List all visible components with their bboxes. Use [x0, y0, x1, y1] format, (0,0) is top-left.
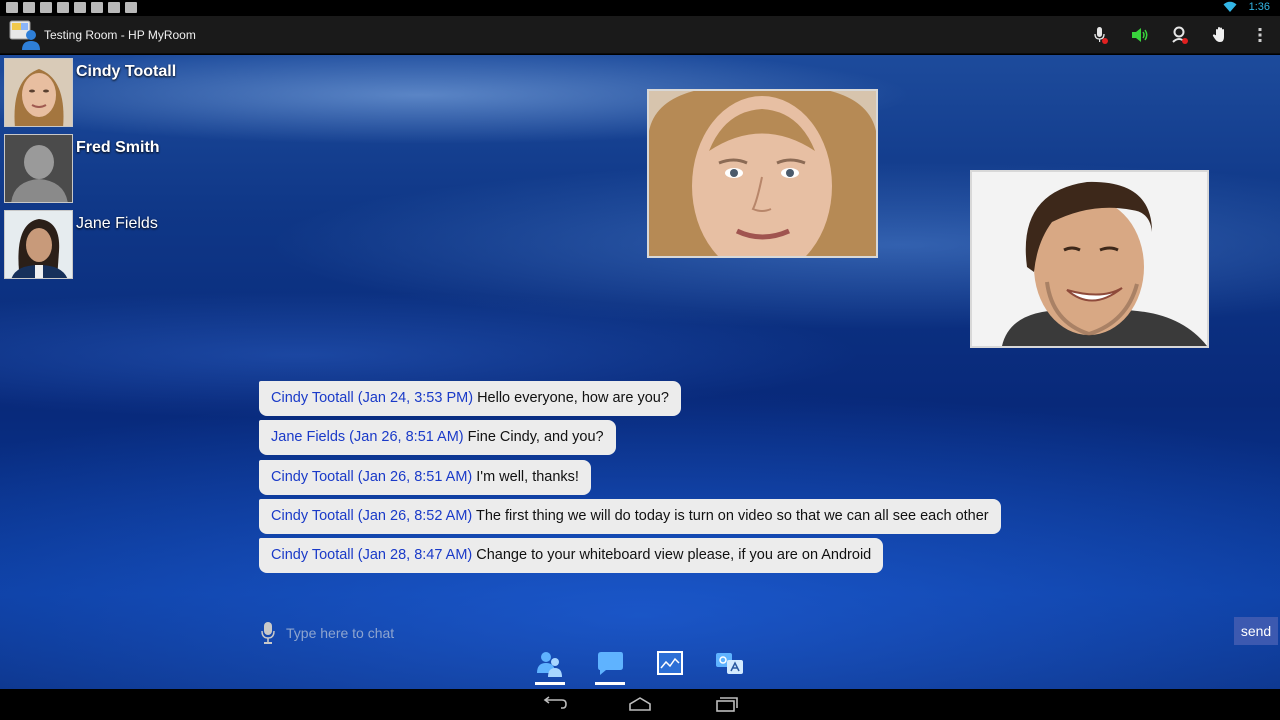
raise-hand-button[interactable] — [1200, 16, 1240, 54]
chat-message: Cindy Tootall (Jan 26, 8:52 AM) The firs… — [259, 499, 1001, 534]
active-tab-indicator — [595, 682, 625, 685]
recent-apps-button[interactable] — [706, 693, 746, 715]
participant-jane[interactable]: Jane Fields — [4, 210, 304, 280]
chat-text: The first thing we will do today is turn… — [476, 508, 989, 524]
status-bar: 1:36 — [0, 0, 1280, 16]
system-nav-bar — [0, 689, 1280, 720]
cindy-video-feed — [649, 91, 876, 256]
chat-sender: Cindy Tootall (Jan 26, 8:51 AM) — [271, 469, 473, 485]
webcam-off-icon — [1172, 26, 1188, 44]
tab-participants[interactable] — [528, 647, 572, 689]
participant-fred[interactable]: Fred Smith — [4, 134, 304, 204]
back-button[interactable] — [534, 693, 574, 715]
chat-message: Cindy Tootall (Jan 28, 8:47 AM) Change t… — [259, 538, 884, 573]
man-video-feed — [972, 172, 1207, 346]
participant-name: Fred Smith — [76, 139, 160, 156]
recent-apps-icon — [716, 697, 738, 712]
image-icon — [6, 2, 18, 13]
speaker-toggle-button[interactable] — [1120, 16, 1160, 54]
participant-cindy[interactable]: Cindy Tootall — [4, 58, 304, 128]
tab-translate[interactable] — [708, 647, 752, 689]
people-icon — [537, 652, 562, 677]
whiteboard-icon — [657, 651, 683, 675]
chat-text: Change to your whiteboard view please, i… — [476, 547, 872, 563]
chat-text: I'm well, thanks! — [476, 469, 579, 485]
chat-sender: Cindy Tootall (Jan 28, 8:47 AM) — [271, 547, 473, 563]
checkbox-icon — [74, 2, 86, 13]
avatar — [4, 58, 73, 127]
wifi-notify-icon — [57, 2, 69, 13]
mail-icon — [40, 2, 52, 13]
active-tab-indicator — [535, 682, 565, 685]
tab-whiteboard[interactable] — [648, 647, 692, 689]
avatar — [4, 134, 73, 203]
jane-avatar-photo — [5, 211, 72, 278]
clock: 1:36 — [1248, 1, 1270, 13]
chat-message: Jane Fields (Jan 26, 8:51 AM) Fine Cindy… — [259, 420, 616, 455]
chat-sender: Jane Fields (Jan 26, 8:51 AM) — [271, 429, 464, 445]
video-tile-participant[interactable] — [970, 170, 1209, 348]
conference-room: Cindy Tootall Fred Smith Jane Fields Cin… — [0, 55, 1280, 689]
chat-sender: Cindy Tootall (Jan 24, 3:53 PM) — [271, 390, 474, 406]
speaker-icon — [1132, 28, 1148, 42]
chat-text: Fine Cindy, and you? — [467, 429, 604, 445]
microphone-toggle-button[interactable] — [1080, 16, 1120, 54]
android-icon — [125, 2, 137, 13]
chat-bubble-icon — [598, 652, 623, 675]
send-button[interactable]: send — [1234, 617, 1278, 645]
overflow-menu-icon — [1258, 28, 1262, 42]
webcam-toggle-button[interactable] — [1160, 16, 1200, 54]
notification-icons — [6, 2, 137, 13]
app-logo-icon — [9, 20, 40, 50]
chat-message: Cindy Tootall (Jan 24, 3:53 PM) Hello ev… — [259, 381, 681, 416]
action-bar: Testing Room - HP MyRoom — [0, 16, 1280, 54]
cindy-avatar-photo — [5, 59, 72, 126]
participant-name: Jane Fields — [76, 215, 158, 232]
app-title: Testing Room - HP MyRoom — [44, 28, 196, 42]
checkbox-icon — [91, 2, 103, 13]
participant-name: Cindy Tootall — [76, 63, 177, 80]
chat-message: Cindy Tootall (Jan 26, 8:51 AM) I'm well… — [259, 460, 591, 495]
avatar — [4, 210, 73, 279]
raise-hand-icon — [1212, 27, 1224, 42]
tab-chat[interactable] — [588, 647, 632, 689]
overflow-menu-button[interactable] — [1240, 16, 1280, 54]
video-tile-cindy[interactable] — [647, 89, 878, 258]
home-button[interactable] — [620, 693, 660, 715]
wifi-icon — [1223, 1, 1237, 12]
home-icon — [629, 697, 651, 711]
checkbox-icon — [108, 2, 120, 13]
view-tab-bar — [520, 647, 760, 689]
mail-icon — [23, 2, 35, 13]
chat-input-row: send — [256, 617, 1280, 647]
chat-input[interactable] — [286, 621, 926, 645]
back-icon — [543, 696, 567, 709]
default-avatar-silhouette — [5, 135, 72, 202]
microphone-muted-icon — [1094, 27, 1108, 44]
chat-text: Hello everyone, how are you? — [477, 390, 669, 406]
chat-sender: Cindy Tootall (Jan 26, 8:52 AM) — [271, 508, 473, 524]
translate-icon — [716, 653, 743, 674]
voice-input-microphone-icon[interactable] — [260, 621, 276, 645]
